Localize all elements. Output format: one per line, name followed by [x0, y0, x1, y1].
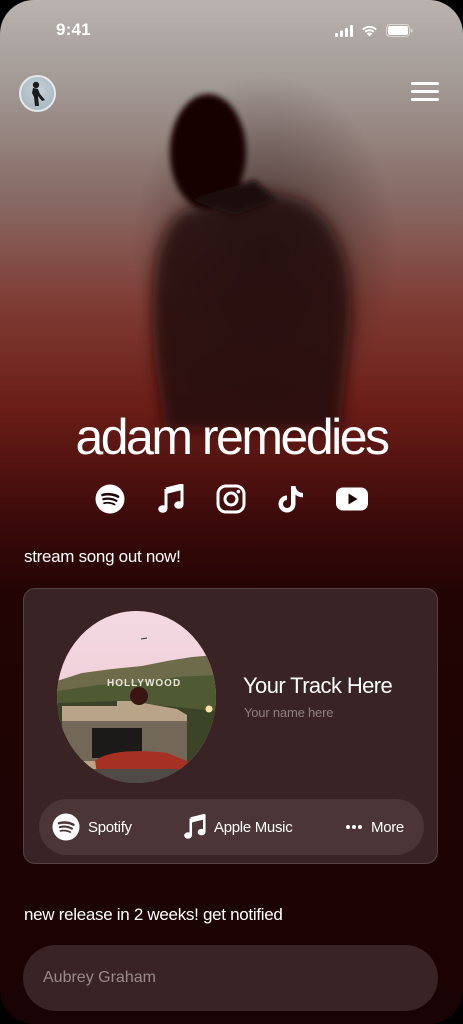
battery-icon — [386, 24, 413, 37]
notify-section-label: new release in 2 weeks! get notified — [24, 905, 283, 924]
hamburger-menu-icon[interactable] — [411, 80, 441, 104]
youtube-icon[interactable] — [335, 482, 369, 516]
instagram-icon[interactable] — [214, 482, 248, 516]
signal-icon — [335, 24, 353, 37]
spotify-label: Spotify — [88, 818, 132, 836]
wifi-icon — [362, 25, 377, 36]
hero-photo — [152, 94, 351, 430]
spotify-icon — [52, 813, 80, 841]
more-link[interactable]: More — [345, 799, 404, 855]
spotify-icon[interactable] — [93, 482, 127, 516]
tiktok-icon[interactable] — [274, 482, 308, 516]
status-time: 9:41 — [56, 20, 91, 39]
album-cover[interactable]: HOLLYWOOD — [57, 611, 216, 783]
track-artist: Your name here — [244, 705, 334, 720]
music-note-icon[interactable] — [154, 482, 188, 516]
social-links — [0, 482, 463, 518]
profile-avatar[interactable] — [19, 75, 56, 112]
apple-music-link[interactable]: Apple Music — [184, 799, 293, 855]
hollywood-sign: HOLLYWOOD — [107, 678, 181, 689]
ellipsis-icon — [346, 825, 362, 829]
artist-avatar-icon — [32, 81, 45, 106]
spotify-link[interactable]: Spotify — [52, 799, 132, 855]
more-label: More — [371, 818, 404, 836]
track-title: Your Track Here — [243, 673, 393, 698]
music-note-icon — [184, 814, 206, 839]
status-bar: 9:41 — [0, 0, 463, 56]
track-card: HOLLYWOOD Your Track Here Your name here… — [23, 588, 438, 864]
platform-bar: Spotify Apple Music More — [39, 799, 424, 855]
apple-music-label: Apple Music — [214, 818, 293, 836]
stream-section-label: stream song out now! — [24, 547, 181, 566]
notify-name-input[interactable] — [23, 945, 438, 1011]
app-screen: 9:41 adam remedies stream song out now! … — [0, 0, 463, 1024]
artist-name: adam remedies — [75, 409, 390, 465]
status-icons — [335, 24, 413, 37]
